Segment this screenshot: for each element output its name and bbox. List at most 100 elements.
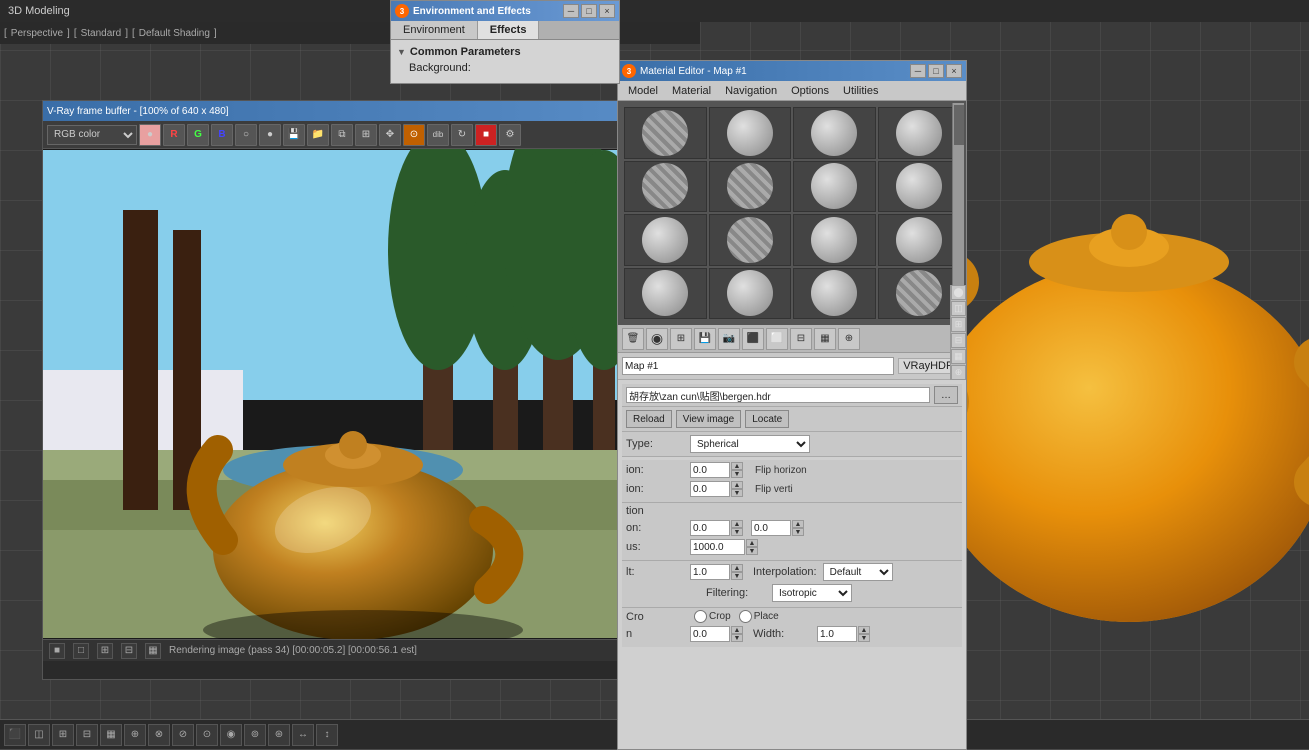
env-tab-environment[interactable]: Environment [391, 21, 478, 39]
mat-vert-up-btn[interactable]: ▲ [731, 481, 743, 489]
mat-rot-x-down[interactable]: ▼ [731, 528, 743, 536]
env-minimize-button[interactable]: ─ [563, 4, 579, 18]
mat-menu-utilities[interactable]: Utilities [837, 84, 884, 98]
vray-tool-color[interactable]: ● [139, 124, 161, 146]
bottom-btn-13[interactable]: ↔ [292, 724, 314, 746]
mat-view-image-button[interactable]: View image [676, 410, 742, 428]
bottom-btn-11[interactable]: ⊚ [244, 724, 266, 746]
mat-rot-y-down[interactable]: ▼ [792, 528, 804, 536]
mat-maximize-button[interactable]: □ [928, 64, 944, 78]
mat-interpolation-select[interactable]: Default [823, 563, 893, 581]
bottom-btn-10[interactable]: ◉ [220, 724, 242, 746]
bottom-btn-9[interactable]: ⊙ [196, 724, 218, 746]
vray-tool-extra[interactable]: ⚙ [499, 124, 521, 146]
mat-close-button[interactable]: × [946, 64, 962, 78]
mat-tool-extra2[interactable]: ▦ [814, 328, 836, 350]
vray-tool-copy[interactable]: ⧉ [331, 124, 353, 146]
mat-tool-sphere[interactable]: ◉ [646, 328, 668, 350]
vray-status-btn5[interactable]: ▦ [145, 643, 161, 659]
vray-tool-stop[interactable]: ■ [475, 124, 497, 146]
sphere-cell-7[interactable] [878, 161, 961, 213]
env-maximize-button[interactable]: □ [581, 4, 597, 18]
vray-tool-orange[interactable]: ⊙ [403, 124, 425, 146]
mat-minimize-button[interactable]: ─ [910, 64, 926, 78]
bottom-btn-7[interactable]: ⊗ [148, 724, 170, 746]
vray-status-btn3[interactable]: ⊞ [97, 643, 113, 659]
bottom-btn-14[interactable]: ↕ [316, 724, 338, 746]
vray-tool-b[interactable]: B [211, 124, 233, 146]
mat-render-mult-down[interactable]: ▼ [731, 572, 743, 580]
mat-u-input[interactable] [690, 626, 730, 642]
vray-tool-folder[interactable]: 📁 [307, 124, 329, 146]
mat-tool-save[interactable]: 💾 [694, 328, 716, 350]
sphere-cell-13[interactable] [709, 268, 792, 320]
mat-rot-y-up[interactable]: ▲ [792, 520, 804, 528]
vray-status-btn1[interactable]: ■ [49, 643, 65, 659]
mat-width-up[interactable]: ▲ [858, 626, 870, 634]
mat-rot-x-up[interactable]: ▲ [731, 520, 743, 528]
vray-tool-db[interactable]: dib [427, 124, 449, 146]
sphere-cell-0[interactable] [624, 107, 707, 159]
vray-status-btn2[interactable]: □ [73, 643, 89, 659]
sphere-cell-11[interactable] [878, 214, 961, 266]
mat-rot-x-input[interactable] [690, 520, 730, 536]
mat-tool-extra3[interactable]: ⊕ [838, 328, 860, 350]
sphere-cell-2[interactable] [793, 107, 876, 159]
mat-menu-navigation[interactable]: Navigation [719, 84, 783, 98]
sphere-cell-4[interactable] [624, 161, 707, 213]
vray-status-btn4[interactable]: ⊟ [121, 643, 137, 659]
mat-side-btn4[interactable]: ⊟ [951, 333, 966, 348]
mat-locate-button[interactable]: Locate [745, 410, 789, 428]
mat-vert-input[interactable] [690, 481, 730, 497]
bottom-btn-1[interactable]: ⬛ [4, 724, 26, 746]
vray-tool-g[interactable]: G [187, 124, 209, 146]
sphere-cell-12[interactable] [624, 268, 707, 320]
mat-render-mult-up[interactable]: ▲ [731, 564, 743, 572]
mat-menu-material[interactable]: Material [666, 84, 717, 98]
mat-width-down[interactable]: ▼ [858, 634, 870, 642]
mat-menu-model[interactable]: Model [622, 84, 664, 98]
mat-mult-up[interactable]: ▲ [746, 539, 758, 547]
vray-tool-save[interactable]: 💾 [283, 124, 305, 146]
mat-filtering-select[interactable]: Isotropic [772, 584, 852, 602]
sphere-cell-8[interactable] [624, 214, 707, 266]
mat-horiz-input[interactable] [690, 462, 730, 478]
sphere-cell-6[interactable] [793, 161, 876, 213]
mat-horiz-down-btn[interactable]: ▼ [731, 470, 743, 478]
mat-side-btn1[interactable]: ⬤ [951, 285, 966, 300]
mat-place-radio[interactable] [739, 610, 752, 623]
mat-width-input[interactable] [817, 626, 857, 642]
mat-tool-grid[interactable]: ⊞ [670, 328, 692, 350]
mat-mult-down[interactable]: ▼ [746, 547, 758, 555]
mat-tool-render2[interactable]: ⬜ [766, 328, 788, 350]
bottom-btn-3[interactable]: ⊞ [52, 724, 74, 746]
sphere-cell-3[interactable] [878, 107, 961, 159]
bottom-btn-8[interactable]: ⊘ [172, 724, 194, 746]
bottom-btn-5[interactable]: ▦ [100, 724, 122, 746]
mat-tool-render1[interactable]: ⬛ [742, 328, 764, 350]
mat-type-select[interactable]: Spherical [690, 435, 810, 453]
color-mode-select[interactable]: RGB color [47, 125, 137, 145]
bottom-btn-12[interactable]: ⊛ [268, 724, 290, 746]
mat-rot-y-input[interactable] [751, 520, 791, 536]
bottom-btn-6[interactable]: ⊕ [124, 724, 146, 746]
mat-tool-delete[interactable]: 🗑 [622, 328, 644, 350]
sphere-cell-15[interactable] [878, 268, 961, 320]
mat-crop-radio[interactable] [694, 610, 707, 623]
sphere-cell-5[interactable] [709, 161, 792, 213]
mat-u-up[interactable]: ▲ [731, 626, 743, 634]
mat-render-mult-input[interactable] [690, 564, 730, 580]
mat-vert-down-btn[interactable]: ▼ [731, 489, 743, 497]
mat-name-input[interactable] [622, 357, 894, 375]
vray-tool-r[interactable]: R [163, 124, 185, 146]
mat-horiz-up-btn[interactable]: ▲ [731, 462, 743, 470]
mat-menu-options[interactable]: Options [785, 84, 835, 98]
mat-tool-camera[interactable]: 📷 [718, 328, 740, 350]
mat-browse-button[interactable]: … [934, 386, 958, 404]
sphere-cell-10[interactable] [793, 214, 876, 266]
spheres-scrollbar-thumb[interactable] [954, 105, 964, 145]
sphere-cell-14[interactable] [793, 268, 876, 320]
mat-side-btn5[interactable]: ▦ [951, 349, 966, 364]
mat-mult-input[interactable] [690, 539, 745, 555]
vray-tool-dot[interactable]: ● [259, 124, 281, 146]
